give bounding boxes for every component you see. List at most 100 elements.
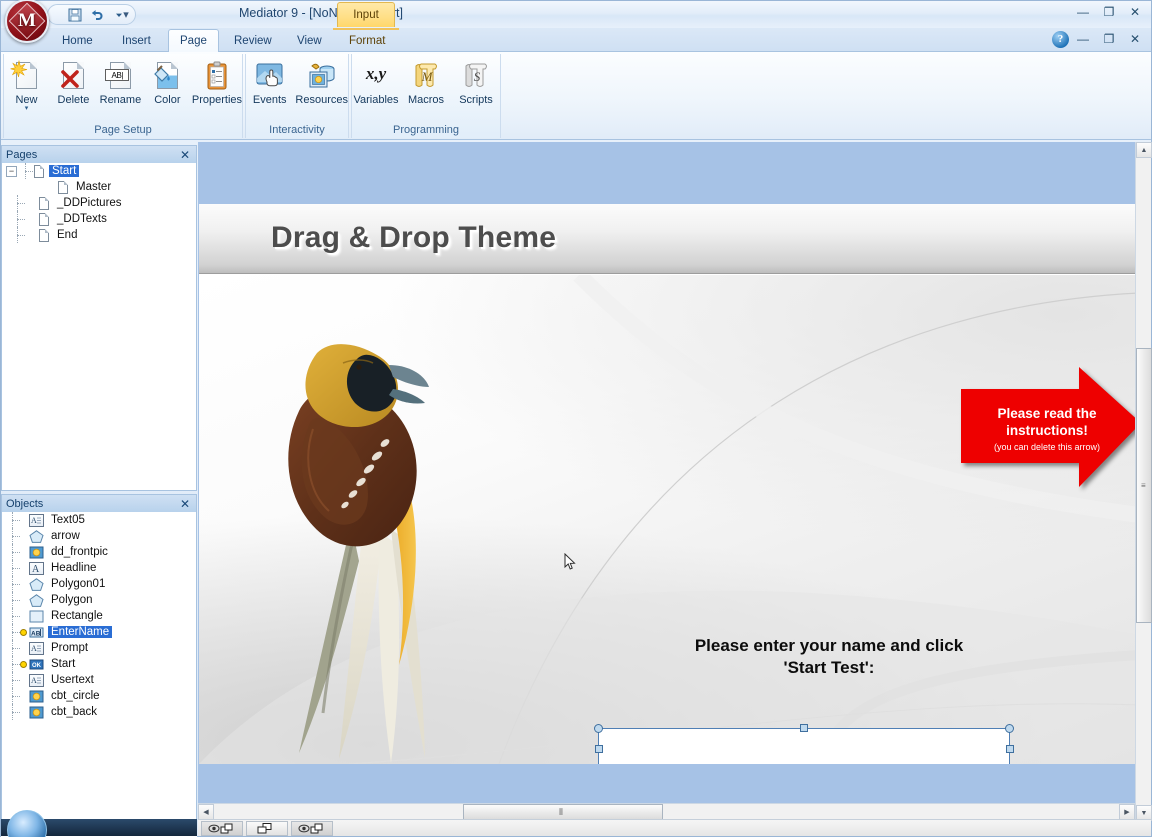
object-list-item[interactable]: A Headline [2, 560, 196, 576]
pages-panel-header: Pages ✕ [2, 146, 196, 163]
page-canvas[interactable]: Drag & Drop Theme Please enter your name… [199, 204, 1139, 764]
horizontal-scrollbar[interactable]: ◀ ▶ ⦀ [198, 803, 1135, 820]
object-list-item[interactable]: A Text05 [2, 512, 196, 528]
object-list-item[interactable]: Rectangle [2, 608, 196, 624]
resize-handle-top-center[interactable] [800, 724, 808, 732]
horizontal-scroll-thumb[interactable]: ⦀ [463, 804, 663, 820]
tree-item-master[interactable]: Master [2, 179, 196, 195]
show-all-objects-button[interactable] [201, 820, 243, 836]
tab-insert[interactable]: Insert [111, 30, 162, 52]
object-list-item[interactable]: AB EnterName [2, 624, 196, 640]
resize-handle-middle-left[interactable] [595, 745, 603, 753]
bird-of-paradise-illustration[interactable] [239, 293, 509, 763]
object-list-label: EnterName [48, 626, 113, 638]
new-page-button[interactable]: New ▾ [4, 56, 49, 112]
objects-panel: Objects ✕ A Text05 arrow dd_frontpic A Headli… [1, 494, 197, 821]
object-list-item[interactable]: Polygon01 [2, 576, 196, 592]
scroll-right-button[interactable]: ▶ [1119, 804, 1135, 820]
object-list-item[interactable]: cbt_circle [2, 688, 196, 704]
prompt-line-1: Please enter your name and click [694, 636, 964, 655]
object-list-item[interactable]: OK Start [2, 656, 196, 672]
object-list-label: Polygon01 [51, 578, 106, 590]
tree-connector [11, 211, 25, 227]
resize-handle-top-right[interactable] [1005, 724, 1014, 733]
vertical-scrollbar[interactable]: ▲ ▼ ≡ [1135, 142, 1152, 821]
ribbon-group-programming: x,y Variables M Macros S Scripts Program… [351, 54, 501, 138]
new-page-caret-icon[interactable]: ▾ [25, 105, 29, 112]
tab-home[interactable]: Home [51, 30, 104, 52]
tree-label: Start [49, 165, 80, 177]
ribbon: New ▾ Delete AB| Rename Color Properties… [1, 52, 1151, 140]
doc-close-button[interactable]: ✕ [1123, 30, 1147, 48]
tab-page[interactable]: Page [168, 29, 219, 53]
scripts-button[interactable]: S Scripts [452, 56, 500, 106]
application-menu-button[interactable]: M [5, 0, 49, 43]
doc-restore-button[interactable]: ❐ [1097, 30, 1121, 48]
pages-panel-title: Pages [6, 148, 38, 161]
delete-page-button[interactable]: Delete [51, 56, 96, 112]
tree-connector [6, 512, 20, 528]
hide-objects-button[interactable] [291, 820, 333, 836]
page-properties-label: Properties [191, 94, 243, 106]
resize-handle-middle-right[interactable] [1006, 745, 1014, 753]
page-properties-button[interactable]: Properties [192, 56, 242, 112]
tree-item-end[interactable]: End [2, 227, 196, 243]
object-list-item[interactable]: A Usertext [2, 672, 196, 688]
object-list-item[interactable]: cbt_back [2, 704, 196, 720]
svg-text:S: S [474, 69, 481, 84]
object-list-label: arrow [51, 530, 80, 542]
help-button[interactable]: ? [1052, 30, 1069, 48]
name-input-field[interactable] [598, 728, 1010, 764]
scroll-up-button[interactable]: ▲ [1136, 142, 1152, 158]
object-list-item[interactable]: arrow [2, 528, 196, 544]
objects-panel-close-icon[interactable]: ✕ [178, 497, 192, 511]
text-object-icon: A [29, 673, 44, 687]
windows-taskbar [1, 810, 197, 837]
page-color-button[interactable]: Color [145, 56, 190, 112]
overlap-shapes-icon [257, 822, 272, 833]
tab-review[interactable]: Review [223, 30, 283, 52]
editbox-object-icon: AB [29, 626, 44, 639]
tree-item-start[interactable]: − Start [2, 163, 196, 179]
arrange-objects-button[interactable] [246, 820, 288, 836]
tab-view[interactable]: View [286, 30, 333, 52]
vertical-scroll-thumb[interactable]: ≡ [1136, 348, 1152, 623]
object-list-item[interactable]: A Prompt [2, 640, 196, 656]
macros-button[interactable]: M Macros [402, 56, 450, 106]
doc-minimize-button[interactable]: — [1071, 30, 1095, 48]
tree-connector [19, 163, 33, 179]
tree-connector [6, 560, 20, 576]
tab-format[interactable]: Format [338, 30, 396, 52]
minimize-button[interactable]: — [1071, 3, 1095, 21]
pages-panel-close-icon[interactable]: ✕ [178, 148, 192, 162]
contextual-tab-input[interactable]: Input [337, 2, 395, 27]
headline-object-icon: A [29, 561, 44, 575]
logo-letter: M [18, 10, 36, 31]
picture-object-icon [29, 546, 44, 559]
object-list-item[interactable]: dd_frontpic [2, 544, 196, 560]
text-object-icon: A [29, 513, 44, 527]
maximize-button[interactable]: ❐ [1097, 3, 1121, 21]
page-headline[interactable]: Drag & Drop Theme [271, 221, 556, 255]
variables-button[interactable]: x,y Variables [352, 56, 400, 106]
tree-connector [6, 656, 20, 672]
object-list-label: Headline [51, 562, 97, 574]
object-list-item[interactable]: Polygon [2, 592, 196, 608]
document-area: Drag & Drop Theme Please enter your name… [198, 142, 1151, 821]
object-list-label: dd_frontpic [51, 546, 108, 558]
prompt-line-2: 'Start Test': [783, 658, 875, 677]
object-list-label: Polygon [51, 594, 93, 606]
close-button[interactable]: ✕ [1123, 3, 1147, 21]
tree-connector [6, 608, 20, 624]
expander-icon[interactable]: − [6, 165, 17, 177]
rename-page-button[interactable]: AB| Rename [98, 56, 143, 112]
resize-handle-top-left[interactable] [594, 724, 603, 733]
instructions-arrow-callout[interactable] [961, 367, 1139, 497]
tree-item-ddpictures[interactable]: _DDPictures [2, 195, 196, 211]
svg-text:A: A [31, 644, 37, 653]
events-button[interactable]: Events [246, 56, 293, 106]
scroll-left-button[interactable]: ◀ [198, 804, 214, 820]
name-input[interactable] [599, 729, 1009, 764]
resources-button[interactable]: Resources [295, 56, 348, 106]
tree-item-ddtexts[interactable]: _DDTexts [2, 211, 196, 227]
